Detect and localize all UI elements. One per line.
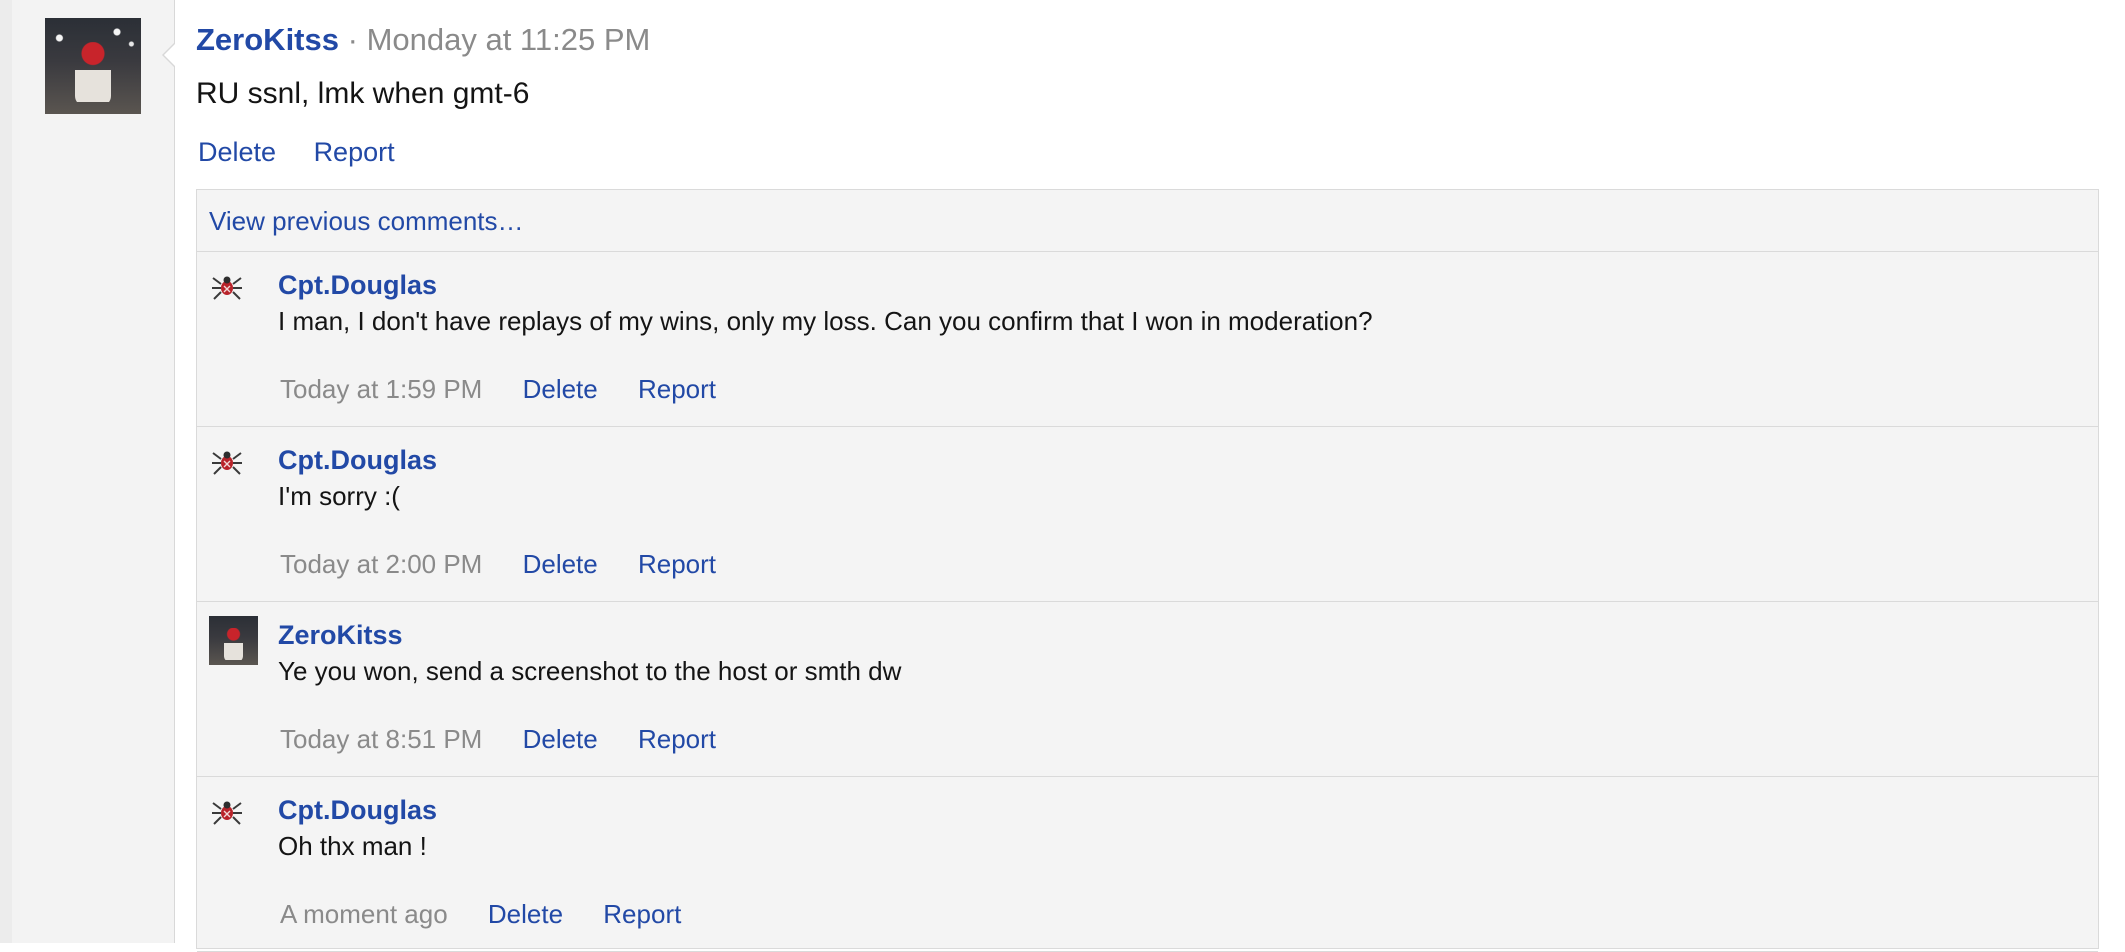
comment-item: Cpt.Douglas I'm sorry :( Today at 2:00 P… bbox=[197, 427, 2098, 602]
comments-list: View previous comments… Cpt.Douglas I ma… bbox=[196, 189, 2099, 952]
view-previous-comments-link[interactable]: View previous comments… bbox=[209, 206, 524, 236]
post-timestamp[interactable]: Monday at 11:25 PM bbox=[367, 22, 651, 57]
view-previous-comments-row: View previous comments… bbox=[197, 190, 2098, 252]
comment-timestamp[interactable]: Today at 8:51 PM bbox=[280, 724, 482, 754]
comment-report-link[interactable]: Report bbox=[638, 549, 716, 579]
comment-timestamp[interactable]: A moment ago bbox=[280, 899, 448, 929]
comment-delete-link[interactable]: Delete bbox=[488, 899, 563, 929]
comment-delete-link[interactable]: Delete bbox=[523, 374, 598, 404]
post-avatar-column bbox=[12, 0, 175, 943]
comment-report-link[interactable]: Report bbox=[638, 374, 716, 404]
comment-meta: Today at 8:51 PM Delete Report bbox=[280, 719, 749, 759]
post-pointer-arrow bbox=[162, 42, 176, 68]
spider-emblem-icon[interactable] bbox=[211, 445, 243, 477]
post-author-link[interactable]: ZeroKitss bbox=[196, 22, 339, 57]
comment-author-link[interactable]: Cpt.Douglas bbox=[278, 792, 437, 828]
comment-meta: Today at 2:00 PM Delete Report bbox=[280, 544, 749, 584]
avatar-figure bbox=[75, 42, 111, 106]
post-header: ZeroKitss · Monday at 11:25 PM bbox=[196, 18, 650, 62]
comment-meta: Today at 1:59 PM Delete Report bbox=[280, 369, 749, 409]
comment-author-link[interactable]: Cpt.Douglas bbox=[278, 442, 437, 478]
comment-text: I man, I don't have replays of my wins, … bbox=[278, 306, 1373, 336]
post-delete-link[interactable]: Delete bbox=[198, 137, 276, 167]
comment-item: ZeroKitss Ye you won, send a screenshot … bbox=[197, 602, 2098, 777]
comment-text: Ye you won, send a screenshot to the hos… bbox=[278, 656, 902, 686]
comment-author-link[interactable]: Cpt.Douglas bbox=[278, 267, 437, 303]
post-message: RU ssnl, lmk when gmt-6 bbox=[196, 77, 530, 110]
comment-author-link[interactable]: ZeroKitss bbox=[278, 617, 403, 653]
comment-report-link[interactable]: Report bbox=[603, 899, 681, 929]
post-separator: · bbox=[347, 22, 358, 57]
avatar-figure bbox=[224, 628, 243, 662]
post-report-link[interactable]: Report bbox=[314, 137, 395, 167]
comment-report-link[interactable]: Report bbox=[638, 724, 716, 754]
comment-meta: A moment ago Delete Report bbox=[280, 894, 714, 934]
comment-item: Cpt.Douglas I man, I don't have replays … bbox=[197, 252, 2098, 427]
photo-avatar[interactable] bbox=[209, 616, 258, 665]
post-actions: Delete Report bbox=[198, 132, 425, 172]
comment-delete-link[interactable]: Delete bbox=[523, 724, 598, 754]
spider-emblem-icon[interactable] bbox=[211, 795, 243, 827]
comment-timestamp[interactable]: Today at 2:00 PM bbox=[280, 549, 482, 579]
comment-item: Cpt.Douglas Oh thx man ! A moment ago De… bbox=[197, 777, 2098, 952]
comment-text: I'm sorry :( bbox=[278, 481, 400, 511]
comment-text: Oh thx man ! bbox=[278, 831, 427, 861]
comment-delete-link[interactable]: Delete bbox=[523, 549, 598, 579]
comment-timestamp[interactable]: Today at 1:59 PM bbox=[280, 374, 482, 404]
post-author-avatar[interactable] bbox=[45, 18, 141, 114]
spider-emblem-icon[interactable] bbox=[211, 270, 243, 302]
